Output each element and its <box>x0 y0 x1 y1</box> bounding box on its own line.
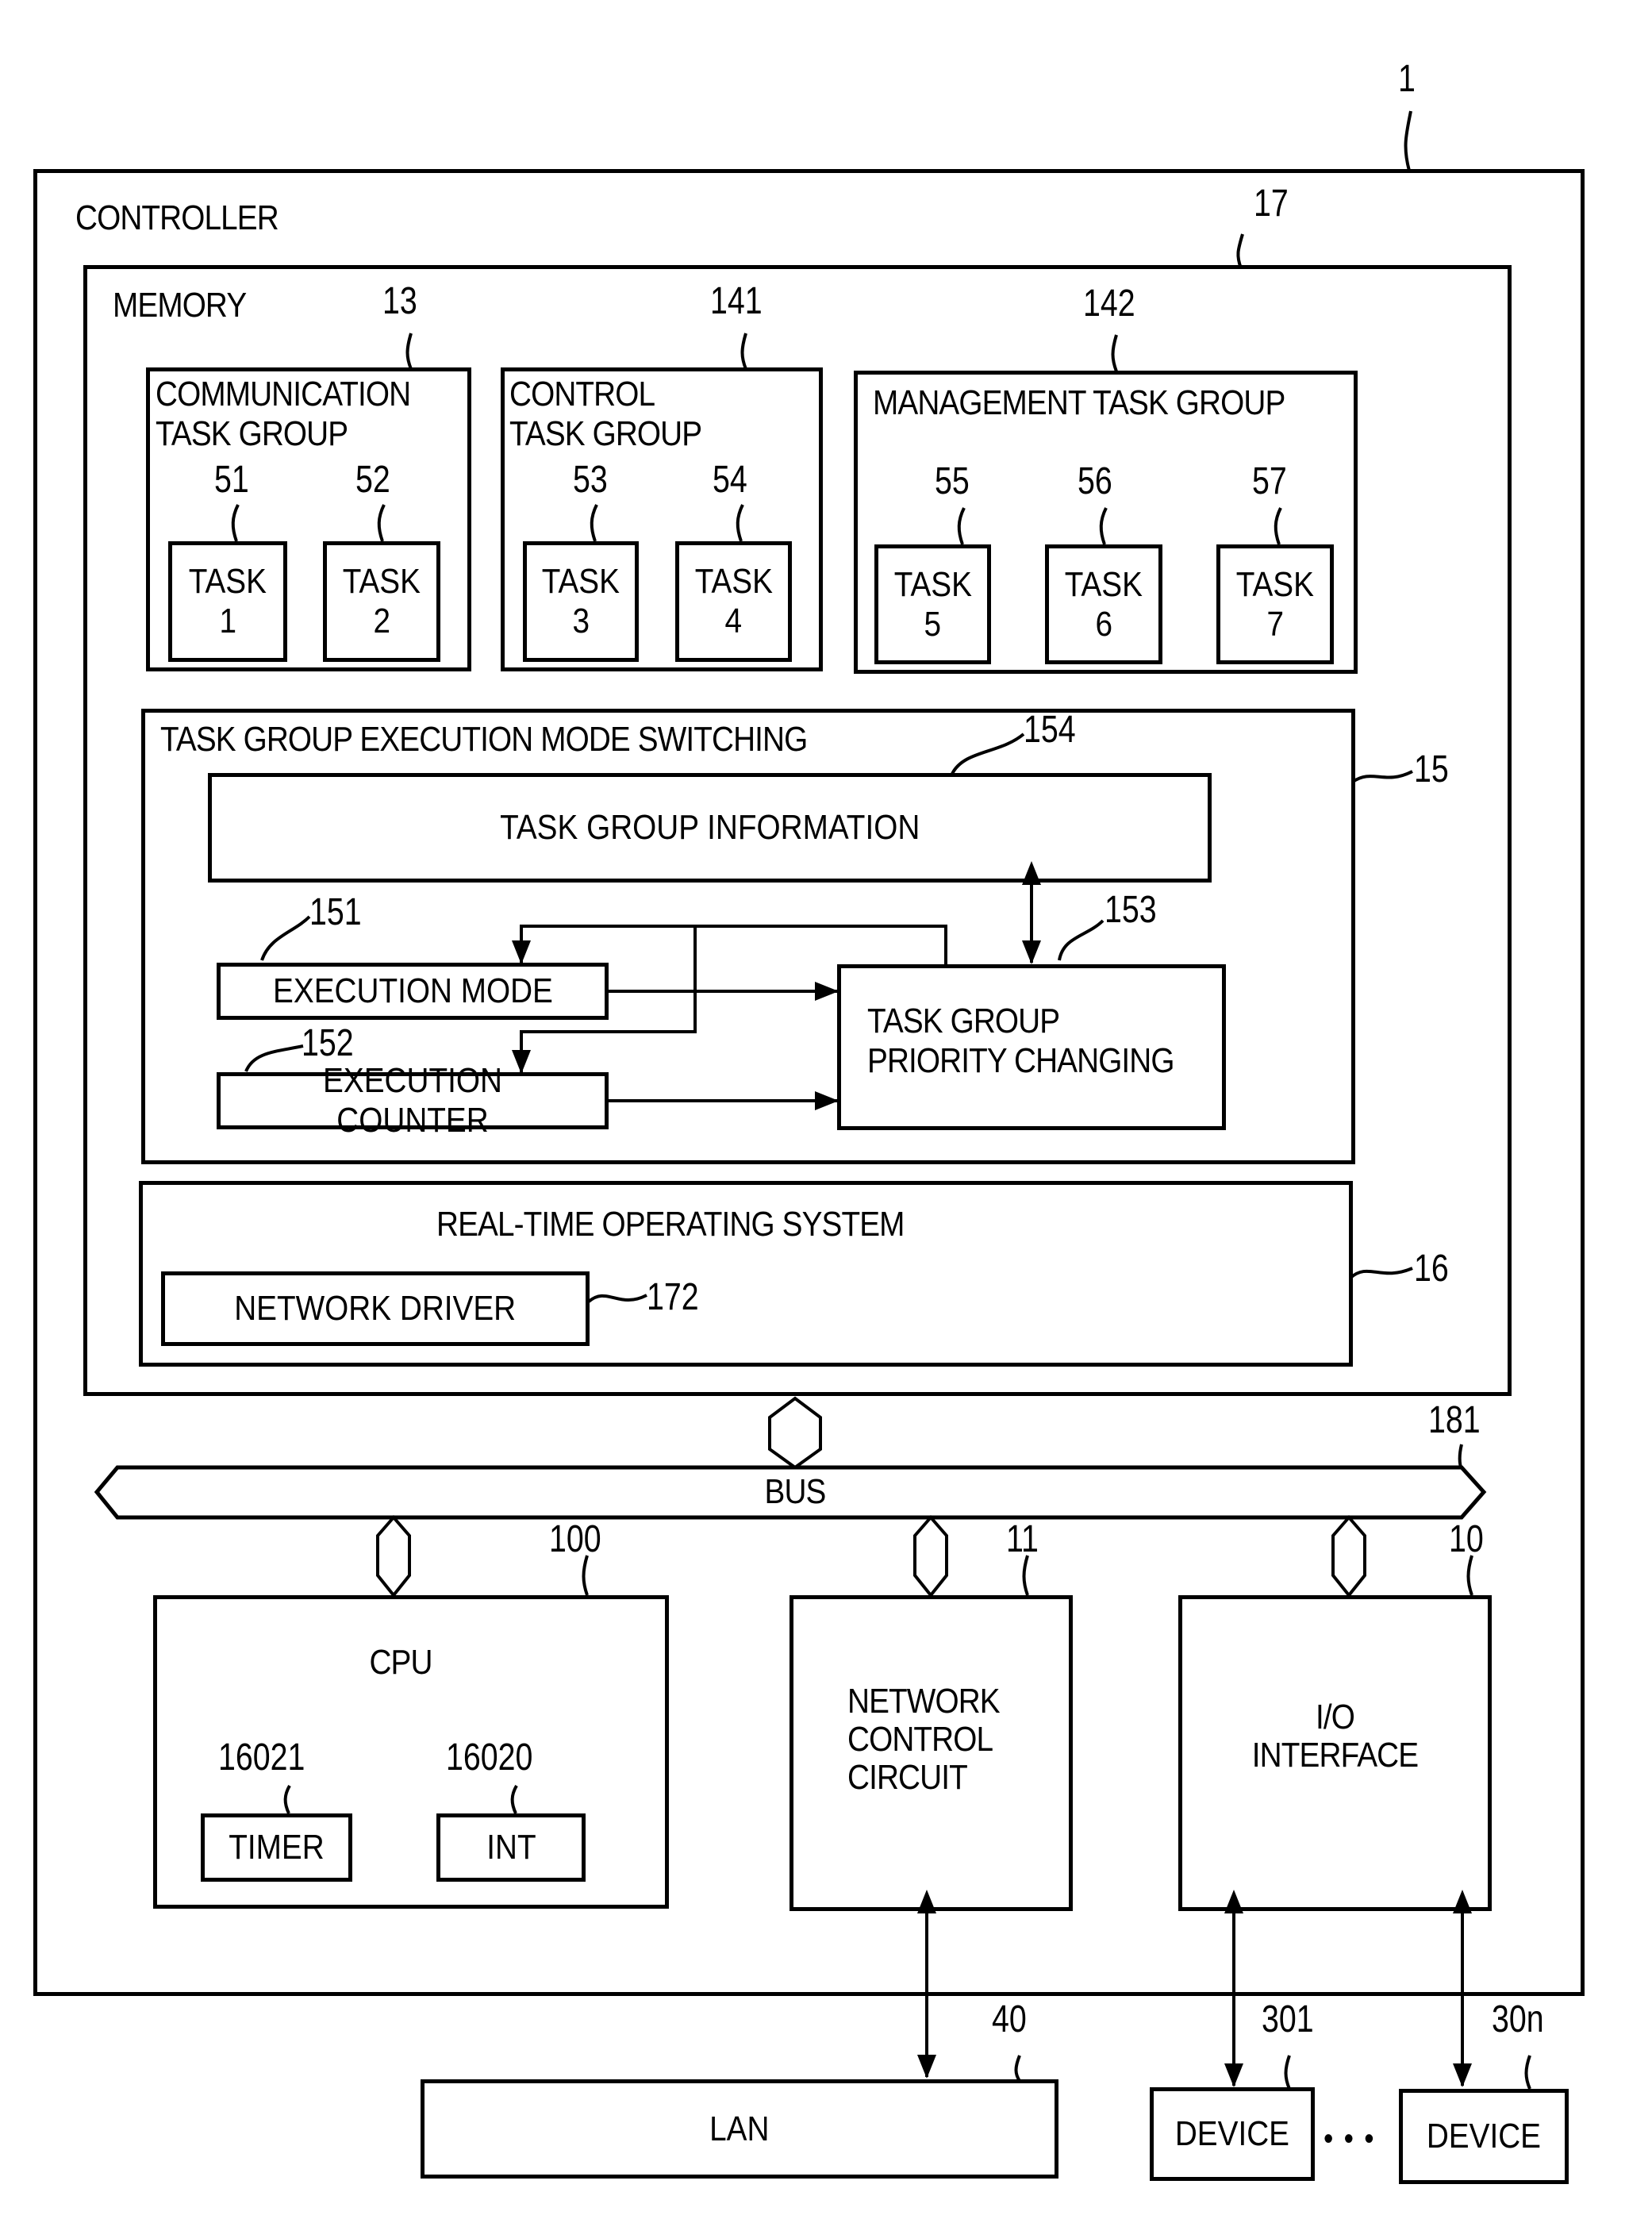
leader-1 <box>1404 110 1412 171</box>
leader-30n <box>1524 2055 1531 2090</box>
task-4-number: 4 <box>724 602 743 640</box>
mode-switching-label: TASK GROUP EXECUTION MODE SWITCHING <box>160 720 808 759</box>
device-n-box: DEVICE <box>1399 2089 1569 2184</box>
leader-40 <box>1014 2055 1021 2082</box>
task-5-number: 5 <box>924 604 942 644</box>
cpu-label: CPU <box>369 1643 432 1682</box>
task-3-number: 3 <box>572 602 590 640</box>
ref-system: 1 <box>1398 58 1416 100</box>
leader-301 <box>1284 2055 1291 2090</box>
task-7-number: 7 <box>1266 604 1284 644</box>
task-2-label: TASK <box>342 562 421 601</box>
task-6-label: TASK <box>1064 564 1143 604</box>
task-1-label: TASK <box>188 562 267 601</box>
task-6-box: TASK 6 <box>1045 544 1162 664</box>
ref-task-2: 52 <box>355 459 390 501</box>
task-7-label: TASK <box>1235 564 1315 604</box>
ref-task-5: 55 <box>935 460 970 502</box>
device-1-box: DEVICE <box>1150 2087 1315 2181</box>
execution-counter-box: EXECUTION COUNTER <box>217 1061 609 1140</box>
ref-priority-changing: 153 <box>1105 889 1157 931</box>
ref-device-1: 301 <box>1262 1998 1314 2040</box>
ref-task-1: 51 <box>214 459 249 501</box>
ref-timer: 16021 <box>218 1736 305 1779</box>
ref-task-group-communication: 13 <box>382 280 417 322</box>
task-2-box: TASK 2 <box>323 541 440 662</box>
task-7-box: TASK 7 <box>1216 544 1334 664</box>
task-4-label: TASK <box>694 562 773 601</box>
lan-box: LAN <box>421 2079 1058 2179</box>
task-3-box: TASK 3 <box>523 541 639 662</box>
timer-label: TIMER <box>229 1828 325 1867</box>
task-group-management-label: MANAGEMENT TASK GROUP <box>873 383 1285 422</box>
rtos-label: REAL-TIME OPERATING SYSTEM <box>436 1205 905 1244</box>
ref-task-4: 54 <box>713 459 747 501</box>
task-group-info-box: TASK GROUP INFORMATION <box>208 773 1212 883</box>
ref-memory: 17 <box>1254 183 1289 225</box>
ref-task-group-info: 154 <box>1024 709 1076 751</box>
lan-label: LAN <box>709 2109 770 2148</box>
int-box: INT <box>436 1813 586 1882</box>
task-2-number: 2 <box>373 602 390 640</box>
ref-task-3: 53 <box>573 459 608 501</box>
ref-bus: 181 <box>1428 1399 1481 1441</box>
task-4-box: TASK 4 <box>675 541 792 662</box>
execution-mode-box: EXECUTION MODE <box>217 963 609 1020</box>
device-1-label: DEVICE <box>1174 2114 1290 2153</box>
ref-rtos: 16 <box>1414 1248 1449 1290</box>
ref-task-group-management: 142 <box>1083 283 1135 325</box>
controller-label: CONTROLLER <box>75 198 279 237</box>
ref-execution-mode: 151 <box>309 891 362 933</box>
task-group-communication-label: COMMUNICATION TASK GROUP <box>156 375 411 453</box>
task-3-label: TASK <box>541 562 620 601</box>
task-6-number: 6 <box>1095 604 1112 644</box>
ref-cpu: 100 <box>549 1518 601 1560</box>
device-ellipsis: • • • <box>1324 2121 1376 2156</box>
network-driver-box: NETWORK DRIVER <box>161 1271 590 1346</box>
network-driver-label: NETWORK DRIVER <box>234 1289 517 1328</box>
task-5-box: TASK 5 <box>874 544 991 664</box>
memory-label: MEMORY <box>113 286 247 325</box>
ref-execution-counter: 152 <box>302 1022 354 1064</box>
ref-mode-switching: 15 <box>1414 748 1449 790</box>
task-5-label: TASK <box>893 564 972 604</box>
ref-lan: 40 <box>992 1998 1027 2040</box>
device-n-label: DEVICE <box>1426 2117 1542 2156</box>
bus-label: BUS <box>764 1472 827 1511</box>
task-group-control-label: CONTROL TASK GROUP <box>509 375 702 453</box>
timer-box: TIMER <box>201 1813 352 1882</box>
task-1-box: TASK 1 <box>168 541 287 662</box>
priority-changing-label: TASK GROUP PRIORITY CHANGING <box>867 1002 1175 1080</box>
int-label: INT <box>486 1828 536 1867</box>
network-control-circuit-label: NETWORK CONTROL CIRCUIT <box>847 1682 1001 1797</box>
ref-network-control-circuit: 11 <box>1006 1518 1039 1560</box>
ref-int: 16020 <box>446 1736 533 1779</box>
ref-task-6: 56 <box>1078 460 1112 502</box>
execution-mode-label: EXECUTION MODE <box>272 971 553 1010</box>
io-interface-label: I/O INTERFACE <box>1251 1698 1419 1775</box>
ref-task-group-control: 141 <box>710 280 763 322</box>
task-1-number: 1 <box>219 602 236 640</box>
ref-io-interface: 10 <box>1449 1518 1484 1560</box>
ref-device-n: 30n <box>1492 1998 1544 2040</box>
execution-counter-label: EXECUTION COUNTER <box>323 1061 502 1140</box>
ref-network-driver: 172 <box>647 1276 699 1318</box>
ref-task-7: 57 <box>1252 460 1287 502</box>
task-group-info-label: TASK GROUP INFORMATION <box>499 808 920 847</box>
